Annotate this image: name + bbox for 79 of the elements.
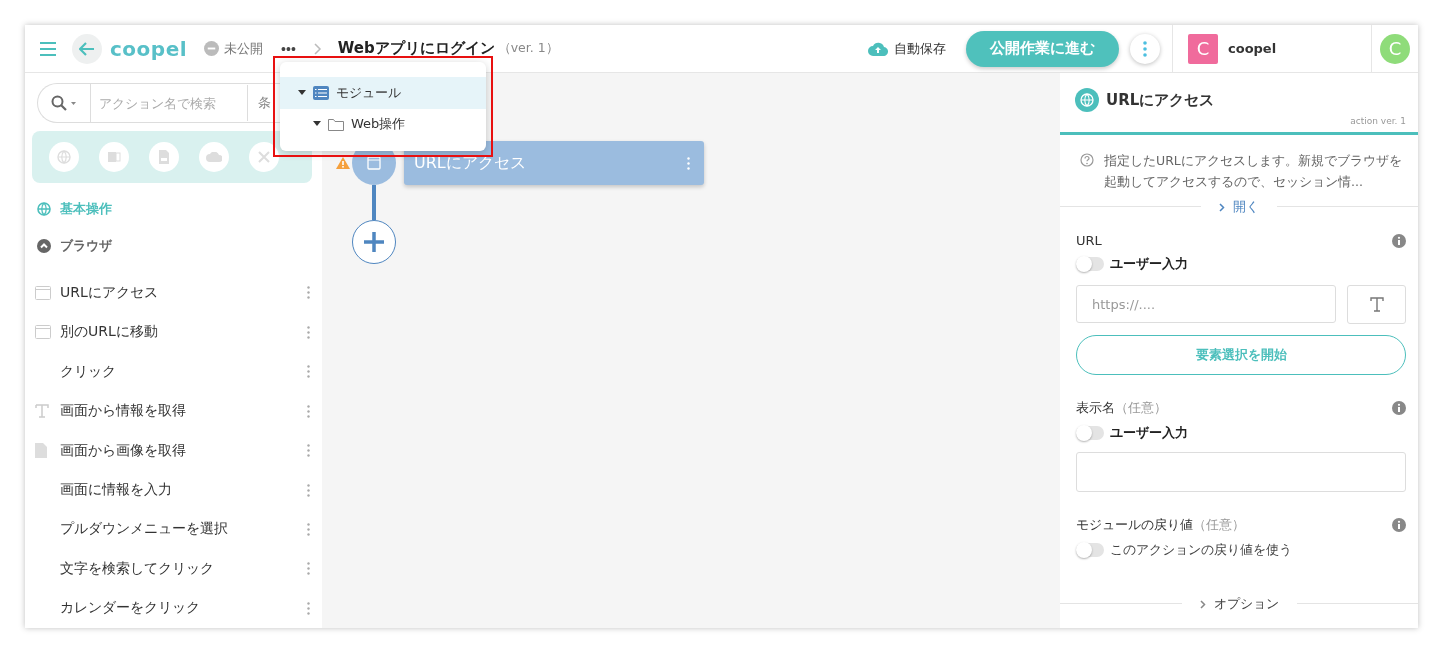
action-item[interactable]: 画面から画像を取得 [60,441,307,460]
toggle-switch[interactable] [1076,257,1104,271]
cloud-upload-icon [868,41,888,56]
action-item[interactable]: 別のURLに移動 [60,323,307,342]
logo: coopel [110,36,188,61]
toggle-label: このアクションの戻り値を使う [1110,541,1292,559]
text-icon [35,404,49,419]
more-icon[interactable] [307,522,310,536]
more-icon[interactable] [307,483,310,497]
collapse-icon[interactable] [37,239,51,254]
display-name-input[interactable] [1076,452,1406,492]
info-icon [1392,401,1406,415]
action-version: action ver. 1 [1350,116,1406,126]
field-label: 表示名（任意） [1076,399,1167,417]
field-label: モジュールの戻り値（任意） [1076,516,1245,534]
caret-icon[interactable] [298,90,306,96]
info-icon [1392,233,1406,248]
back-button[interactable] [72,33,102,64]
tools-icon[interactable] [249,142,279,173]
spreadsheet-icon[interactable] [99,142,129,173]
folder-icon [328,117,344,131]
description-text: 指定したURLにアクセスします。新規でブラウザを起動してアクセスするので、セッション情... [1104,152,1403,191]
caret-icon[interactable] [313,121,321,127]
version-label: （ver. 1） [497,40,559,57]
action-item[interactable]: 画面から情報を取得 [60,402,307,421]
more-icon[interactable] [307,404,310,418]
globe-icon [37,202,51,217]
tree-item[interactable]: モジュール [280,77,486,109]
action-item[interactable]: URLにアクセス [60,283,307,302]
text-icon[interactable] [1369,297,1384,312]
more-icon[interactable] [307,562,310,576]
more-icon[interactable] [307,444,310,458]
arrow-left-icon[interactable] [79,41,95,56]
more-icon[interactable] [307,365,310,379]
page-title: Webアプリにログイン [337,39,495,58]
workspace-name[interactable]: coopel [1228,41,1277,56]
add-button[interactable] [352,220,396,264]
unpublished-icon [204,41,220,56]
action-item[interactable]: クリック [60,362,307,381]
more-button[interactable]: ••• [281,40,296,57]
more-icon[interactable] [307,601,310,615]
globe-icon[interactable] [49,142,79,173]
section-title: 基本操作 [60,200,112,219]
more-icon[interactable] [1143,40,1147,57]
globe-icon [1075,88,1099,112]
chevron-icon [313,42,322,55]
more-icon[interactable] [687,156,690,170]
expand-link[interactable]: 開く [1201,197,1277,217]
file-icon [35,443,47,459]
toggle-switch[interactable] [1076,543,1104,557]
info-icon [1392,518,1406,532]
toggle-label: ユーザー入力 [1110,424,1188,442]
more-options-button[interactable] [1130,33,1160,64]
action-item[interactable]: 文字を検索してクリック [60,559,307,578]
menu-icon[interactable] [40,41,56,56]
autosave-label: 自動保存 [894,39,946,58]
action-item[interactable]: カレンダーをクリック [60,599,307,618]
url-input[interactable]: https://.... [1076,285,1336,323]
toggle-label: ユーザー入力 [1110,255,1188,273]
text-mode-button[interactable] [1347,285,1406,324]
action-item[interactable]: 画面に情報を入力 [60,481,307,500]
help-icon [1080,153,1094,167]
search-icon[interactable] [51,95,77,111]
toggle-switch[interactable] [1076,426,1104,440]
document-icon[interactable] [149,142,179,173]
more-icon[interactable] [307,325,310,339]
field-label: URL [1076,233,1102,248]
status-label: 未公開 [224,39,264,58]
more-icon[interactable] [307,286,310,300]
panel-title: URLにアクセス [1106,90,1215,110]
cloud-icon[interactable] [199,142,229,173]
list-icon [313,86,329,100]
window-icon [35,325,51,340]
action-item[interactable]: プルダウンメニューを選択 [60,520,307,539]
chevron-icon[interactable] [1199,599,1206,609]
window-icon [35,285,51,300]
group-header[interactable]: ブラウザ [25,218,322,256]
chevron-icon[interactable] [1219,202,1225,212]
plus-icon[interactable] [363,231,385,253]
